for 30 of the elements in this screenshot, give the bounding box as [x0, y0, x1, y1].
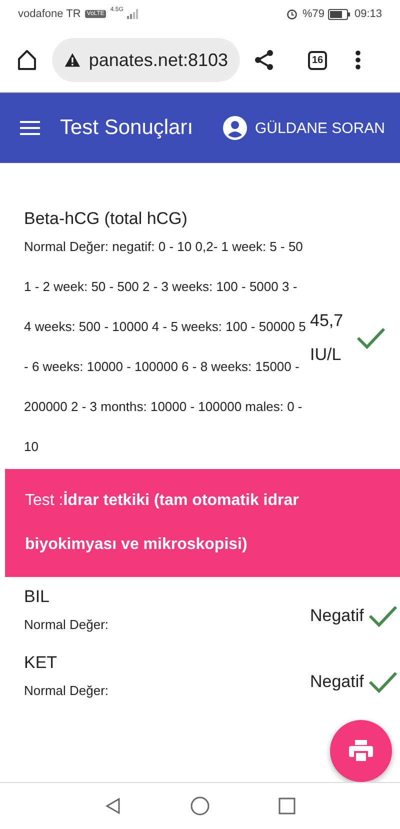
battery-icon [328, 8, 350, 20]
back-icon[interactable] [104, 797, 122, 815]
share-icon[interactable] [254, 49, 274, 71]
normal-range: Normal Değer: [24, 682, 110, 700]
carrier-name: vodafone TR [18, 8, 81, 20]
battery-percent: %79 [302, 8, 324, 20]
signal-icon [127, 9, 140, 19]
normal-range: Normal Değer: [24, 616, 110, 634]
tab-count-button[interactable]: 16 [308, 50, 327, 70]
result-value: Negatif [310, 671, 364, 693]
result-value: 45,7 IU/L [310, 310, 344, 366]
alarm-icon [286, 8, 298, 20]
home-icon[interactable] [16, 49, 38, 71]
clock: 09:13 [354, 8, 382, 20]
test-name: KET [24, 653, 58, 673]
page-title: Test Sonuçları [60, 116, 194, 140]
user-icon[interactable] [222, 116, 247, 140]
address-bar[interactable]: panates.net:8103 [52, 38, 240, 82]
print-button[interactable] [330, 720, 392, 782]
warning-icon [64, 51, 81, 69]
more-icon[interactable] [355, 50, 361, 70]
user-name[interactable]: GÜLDANE SORAN [254, 120, 385, 136]
normal-range: Normal Değer: negatif: 0 - 10 0,2- 1 week: 5 - 50 1 - 2 week: 50 - 500 2 - 3 weeks: 100 - 5000 3 - 4 weeks: 500 - 10000 4 - 5 weeks: 100 - 50000 5 - 6 weeks: 10000 - 100000 6 - 8 weeks: 15000 - 200000 2 - 3 months: 10000 - 100000 males: 0 - 10 [24, 238, 306, 456]
test-name: Beta-hCG (total hCG) [24, 209, 188, 229]
recents-icon[interactable] [278, 797, 296, 815]
menu-icon[interactable] [20, 120, 40, 136]
result-value: Negatif [310, 605, 364, 627]
section-title: Test :İdrar tetkiki (tam otomatik idrar biyokimyası ve mikroskopisi) [25, 492, 299, 553]
printer-icon [349, 740, 373, 762]
test-name: BIL [24, 587, 51, 607]
